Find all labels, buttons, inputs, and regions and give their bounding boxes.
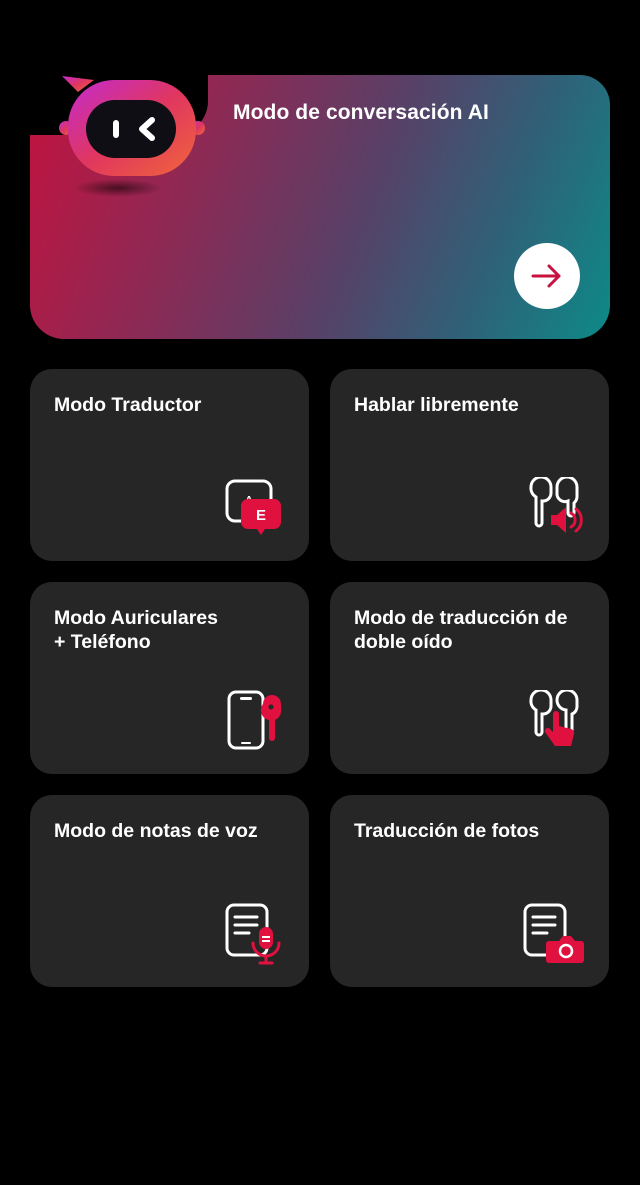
hero-arrow-button[interactable] — [514, 243, 580, 309]
phone-earbud-icon — [227, 690, 281, 750]
dual-ear-translation-card[interactable]: Modo de traducción de doble oído — [330, 582, 609, 774]
earbuds-speaker-icon — [529, 477, 583, 533]
card-title: Modo Traductor — [54, 394, 202, 416]
translator-mode-card[interactable]: Modo Traductor A E — [30, 369, 309, 561]
card-title: Modo Auriculares + Teléfono — [54, 607, 218, 653]
photo-translate-icon — [523, 903, 584, 963]
earbuds-touch-icon — [529, 690, 579, 746]
translate-letter-e: E — [256, 507, 266, 524]
translate-bubble-icon: A E — [225, 479, 281, 535]
speak-freely-card[interactable]: Hablar libremente — [330, 369, 609, 561]
voice-notes-card[interactable]: Modo de notas de voz — [30, 795, 309, 987]
earphones-phone-card[interactable]: Modo Auriculares + Teléfono — [30, 582, 309, 774]
card-title: Modo de traducción de doble oído — [354, 607, 568, 653]
card-title: Hablar libremente — [354, 394, 519, 416]
arrow-right-icon — [531, 264, 561, 288]
photo-translation-card[interactable]: Traducción de fotos — [330, 795, 609, 987]
ai-conversation-title: Modo de conversación AI — [233, 101, 489, 124]
ai-robot-icon — [59, 76, 205, 197]
voice-notes-icon — [225, 903, 281, 965]
card-title: Modo de notas de voz — [54, 820, 258, 842]
card-title: Traducción de fotos — [354, 820, 540, 842]
